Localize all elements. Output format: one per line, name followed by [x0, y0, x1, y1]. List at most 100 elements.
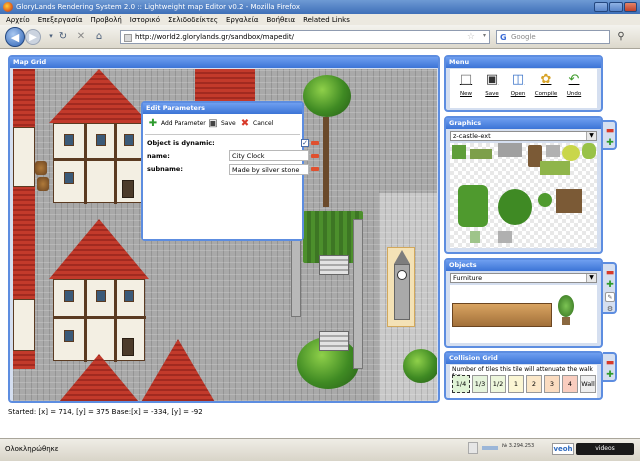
- param-subname-input[interactable]: Made by silver stone: [229, 164, 309, 175]
- leaf-tile[interactable]: [540, 161, 570, 175]
- flower-bush-tile[interactable]: [562, 145, 580, 161]
- objects-category-select[interactable]: Furniture ▼: [450, 273, 597, 283]
- home-icon[interactable]: ⌂: [92, 29, 106, 43]
- new-button[interactable]: □ New: [454, 71, 478, 105]
- menu-related-links[interactable]: Related Links: [303, 16, 350, 24]
- menu-panel: Menu □ New ▣ Save ◫ Open ✿ Compile ↶ Und…: [444, 55, 603, 112]
- add-object-icon[interactable]: ✚: [605, 280, 615, 290]
- menu-help[interactable]: Βοήθεια: [267, 16, 296, 24]
- menu-panel-body: □ New ▣ Save ◫ Open ✿ Compile ↶ Undo: [450, 69, 597, 108]
- cancel-button[interactable]: ✖ Cancel: [239, 117, 274, 129]
- collision-option-wall[interactable]: Wall: [580, 375, 596, 393]
- progress-icon: [482, 446, 498, 450]
- undo-button[interactable]: ↶ Undo: [562, 71, 586, 105]
- stone-wall: [353, 219, 363, 369]
- add-collision-icon[interactable]: ✚: [605, 370, 615, 380]
- sprout-tile[interactable]: [470, 231, 480, 243]
- cancel-label: Cancel: [253, 119, 274, 127]
- menu-bookmarks[interactable]: Σελιδοδείκτες: [168, 16, 218, 24]
- url-dropdown-icon[interactable]: ▾: [483, 32, 486, 39]
- graphics-set-select[interactable]: z-castle-ext ▼: [450, 131, 597, 141]
- page-info-icon[interactable]: [468, 442, 478, 454]
- reload-icon[interactable]: ↻: [56, 29, 70, 43]
- collision-option-3[interactable]: 3: [544, 375, 560, 393]
- videos-button[interactable]: videos: [576, 443, 634, 455]
- param-label-subname: subname:: [147, 165, 183, 173]
- small-bush-tile[interactable]: [538, 193, 552, 207]
- browser-statusbar: Ολοκληρώθηκε № 3.294.253 veoh videos: [0, 438, 640, 461]
- collision-option-4[interactable]: 4: [562, 375, 578, 393]
- remove-collision-icon[interactable]: ▬: [605, 358, 615, 368]
- open-button[interactable]: ◫ Open: [506, 71, 530, 105]
- remove-object-icon[interactable]: ▬: [605, 268, 615, 278]
- save-button[interactable]: ▣ Save: [480, 71, 504, 105]
- save-parameters-button[interactable]: ▣ Save: [207, 117, 235, 129]
- edit-object-icon[interactable]: ✎: [605, 292, 615, 302]
- collision-option-2[interactable]: 2: [526, 375, 542, 393]
- param-name-input[interactable]: City Clock: [229, 150, 309, 161]
- tree-top-tile[interactable]: [498, 189, 532, 225]
- objects-category-value: Furniture: [453, 274, 483, 282]
- minimize-button[interactable]: [594, 2, 608, 12]
- dynamic-checkbox[interactable]: ✓: [301, 139, 309, 147]
- collision-side-controls: ▬ ✚: [603, 352, 617, 382]
- grass-tile[interactable]: [452, 145, 466, 159]
- plant-tile[interactable]: [582, 143, 596, 159]
- collision-grid-panel: Collision Grid Number of tiles this tile…: [444, 351, 603, 400]
- graphics-panel-title: Graphics: [446, 118, 601, 129]
- back-arrow-icon[interactable]: ◀: [5, 27, 25, 47]
- collision-grid-body: Number of tiles this tile will attenuate…: [450, 365, 597, 398]
- forward-arrow-icon[interactable]: ▶: [25, 29, 41, 45]
- maximize-button[interactable]: [609, 2, 623, 12]
- map-grid-title: Map Grid: [10, 57, 438, 68]
- collision-option-1-4[interactable]: 1/4: [452, 375, 470, 393]
- url-text: http://world2.glorylands.gr/sandbox/mape…: [135, 33, 294, 41]
- barrel: [37, 177, 49, 191]
- remove-param-icon[interactable]: [311, 141, 319, 145]
- remove-param-icon[interactable]: [311, 154, 319, 158]
- house-wall: [53, 123, 146, 204]
- menu-edit[interactable]: Επεξεργασία: [38, 16, 83, 24]
- add-parameter-button[interactable]: ✚ Add Parameter: [147, 117, 206, 129]
- pebble-tile[interactable]: [498, 231, 512, 243]
- selected-object-highlight[interactable]: [387, 247, 415, 327]
- menu-history[interactable]: Ιστορικό: [130, 16, 160, 24]
- add-graphic-icon[interactable]: ✚: [605, 138, 615, 148]
- url-input[interactable]: http://world2.glorylands.gr/sandbox/mape…: [120, 30, 490, 44]
- search-magnifier-icon[interactable]: ⚲: [614, 29, 628, 43]
- objects-palette[interactable]: [450, 285, 597, 343]
- chevron-down-icon: ▼: [586, 274, 596, 282]
- veoh-logo[interactable]: veoh: [552, 443, 574, 455]
- undo-icon: ↶: [568, 71, 580, 87]
- search-input[interactable]: G Google: [496, 30, 610, 44]
- stone-tile[interactable]: [498, 143, 522, 157]
- house-wall: [53, 279, 146, 362]
- rock-tile[interactable]: [546, 145, 560, 157]
- close-window-button[interactable]: [624, 2, 637, 12]
- graphics-tile-palette[interactable]: [450, 143, 597, 248]
- window-title: GloryLands Rendering System 2.0 :: Light…: [16, 3, 300, 11]
- compile-button[interactable]: ✿ Compile: [532, 71, 560, 105]
- menu-tools[interactable]: Εργαλεία: [226, 16, 259, 24]
- collision-option-1-3[interactable]: 1/3: [472, 375, 488, 393]
- collision-grid-title: Collision Grid: [446, 353, 601, 364]
- collision-option-1[interactable]: 1: [508, 375, 524, 393]
- bush-tile[interactable]: [458, 185, 488, 227]
- browser-menubar: Αρχείο Επεξεργασία Προβολή Ιστορικό Σελι…: [0, 14, 640, 25]
- edit-parameters-dialog: Edit Parameters ✚ Add Parameter ▣ Save ✖…: [141, 101, 319, 241]
- objects-panel: Objects Furniture ▼: [444, 258, 603, 348]
- potted-plant-object[interactable]: [558, 295, 574, 317]
- settings-gear-icon[interactable]: ⚙: [605, 304, 615, 314]
- stop-icon[interactable]: ✕: [74, 29, 88, 43]
- remove-graphic-icon[interactable]: ▬: [605, 126, 615, 136]
- shrub-tile[interactable]: [470, 149, 492, 159]
- menu-file[interactable]: Αρχείο: [6, 16, 30, 24]
- collision-option-1-2[interactable]: 1/2: [490, 375, 506, 393]
- table-object[interactable]: [452, 303, 552, 327]
- compile-icon: ✿: [540, 71, 552, 87]
- remove-param-icon[interactable]: [311, 167, 319, 171]
- bookmark-star-icon[interactable]: ☆: [467, 32, 475, 42]
- menu-view[interactable]: Προβολή: [90, 16, 121, 24]
- log-pile-tile[interactable]: [556, 189, 582, 213]
- page-favicon-icon: [124, 34, 132, 42]
